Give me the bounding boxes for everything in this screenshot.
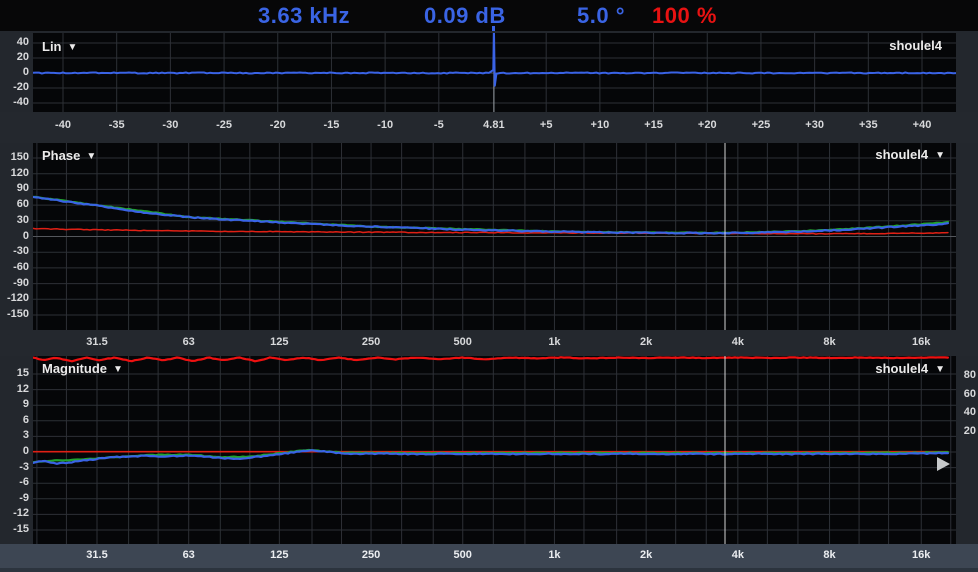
phase-view-label: Phase (42, 148, 80, 163)
trace-selector-phase[interactable]: shoulel4 ▼ (875, 147, 945, 162)
chevron-down-icon: ▼ (86, 151, 96, 162)
bottom-frequency-axis-strip (0, 544, 978, 568)
impulse-trace (33, 33, 956, 86)
magnitude-plot[interactable] (33, 356, 956, 544)
cursor-frequency-readout: 3.63 kHz (258, 1, 350, 30)
trace-name: shoulel4 (875, 361, 928, 376)
trace-arrow-icon[interactable] (937, 457, 950, 471)
chevron-down-icon: ▼ (935, 364, 945, 375)
trace-name: shoulel4 (889, 38, 942, 53)
analyzer-window: 3.63 kHz 0.09 dB 5.0 ° 100 % Lin ▼ Phase ▼… (0, 0, 978, 572)
trace-selector-magnitude[interactable]: shoulel4 ▼ (875, 361, 945, 376)
magnitude-view-selector[interactable]: Magnitude ▼ (42, 361, 123, 376)
readout-bar: 3.63 kHz 0.09 dB 5.0 ° 100 % (0, 0, 978, 31)
trace-selector-lin[interactable]: shoulel4 (889, 38, 942, 53)
chevron-down-icon: ▼ (113, 364, 123, 375)
plot-workspace: Lin ▼ Phase ▼ Magnitude ▼ shoulel4 shoulel4… (0, 31, 978, 572)
cursor-coherence-readout: 100 % (652, 1, 717, 30)
phase-plot[interactable] (33, 143, 956, 330)
trace-name: shoulel4 (875, 147, 928, 162)
frequency-axis-strip (0, 330, 978, 356)
chevron-down-icon: ▼ (935, 150, 945, 161)
cursor-phase-readout: 5.0 ° (577, 1, 625, 30)
lin-view-label: Lin (42, 39, 62, 54)
phase-blue-trace (33, 197, 948, 234)
bottom-edge-bar (0, 568, 978, 572)
phase-view-selector[interactable]: Phase ▼ (42, 148, 96, 163)
impulse-response-plot[interactable] (33, 33, 956, 112)
time-axis-strip (0, 112, 978, 143)
coherence-trace (33, 357, 948, 361)
chevron-down-icon: ▼ (68, 42, 78, 53)
lin-view-selector[interactable]: Lin ▼ (42, 39, 77, 54)
magnitude-view-label: Magnitude (42, 361, 107, 376)
